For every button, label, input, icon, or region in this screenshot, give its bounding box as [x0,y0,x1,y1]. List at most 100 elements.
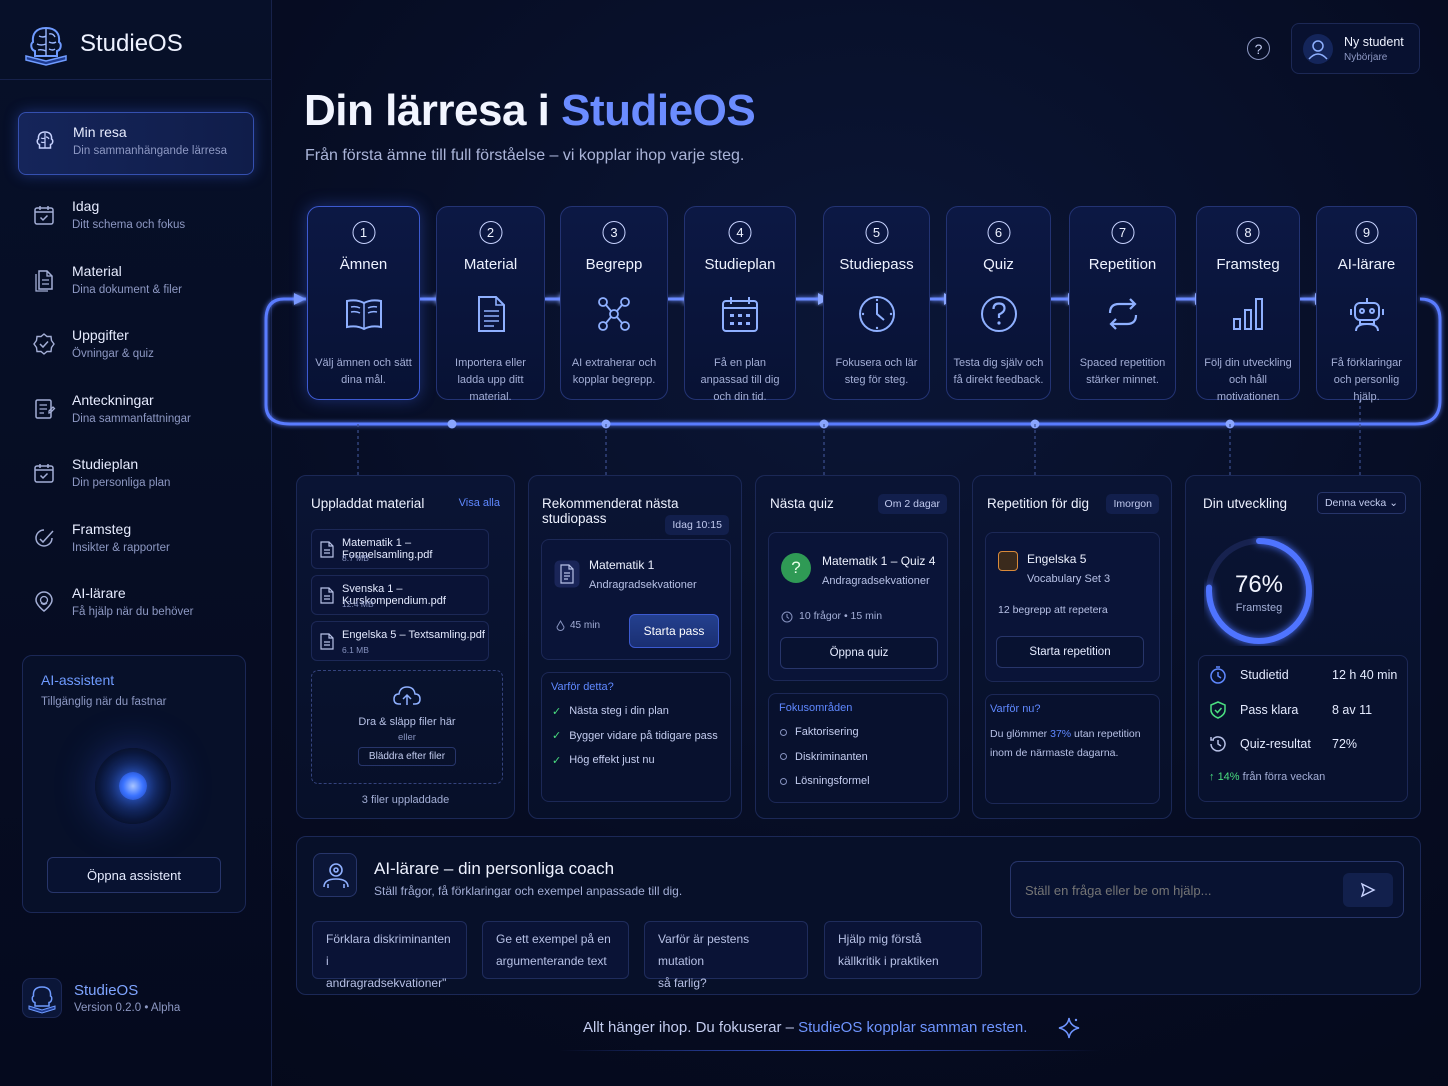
why-this-box: Varför detta? ✓ Nästa steg i din plan ✓ By… [541,672,731,802]
file-dropzone[interactable]: Dra & släpp filer här eller Bläddra efte… [311,670,503,784]
file-icon [320,587,334,604]
quiz-topic: Andragradsekvationer [822,575,930,587]
why-now-title: Varför nu? [990,703,1041,715]
assistant-orb[interactable] [95,748,171,824]
coach-question-input[interactable] [1025,876,1335,904]
next-quiz-card: Nästa quiz Om 2 dagar ? Matematik 1 – Qu… [755,475,960,819]
stat-value: 72% [1332,737,1358,752]
step-framsteg[interactable]: 8 Framsteg Följ din utveckling och håll … [1196,206,1300,403]
suggestion-chip[interactable]: Ge ett exempel på en argumenterande text [482,921,629,979]
step-number: 6 [987,221,1010,244]
step-number: 3 [602,221,626,244]
step-desc: Få förklaringar och personlig hjälp. [1331,357,1402,403]
repetition-subject: Engelska 5 [1027,552,1087,566]
start-session-button[interactable]: Starta pass [629,614,719,648]
step-title: Begrepp [585,256,643,273]
quiz-question-icon: ? [781,553,811,583]
step-amnen[interactable]: 1 Ämnen Välj ämnen och sätt dina mål. [307,206,420,400]
uploaded-material-card: Uppladdat material Visa alla Matematik 1… [296,475,515,819]
footer-tagline: Allt hänger ihop. Du fokuserar – StudieO… [583,1019,1027,1036]
step-number: 8 [1236,221,1260,244]
sidebar-item-label: Framsteg [72,520,132,537]
step-ai-larare[interactable]: 9 AI-lärare Få förklaringar och personli… [1316,206,1417,403]
step-studieplan[interactable]: 4 Studieplan Få en plan anpassad till di… [684,206,796,403]
step-repetition[interactable]: 7 Repetition Spaced repetition stärker m… [1069,206,1176,400]
repetition-set: Vocabulary Set 3 [1027,573,1111,585]
focus-title: Fokusområden [779,702,853,714]
document-icon [477,296,505,332]
tagline-accent: StudieOS kopplar samman resten. [798,1019,1028,1036]
session-subject: Matematik 1 [589,558,655,572]
focus-text: Faktorisering [795,726,859,739]
file-size: 12.4 MB [342,599,374,609]
suggestion-chip[interactable]: Varför är pestens mutation så farlig? [644,921,808,990]
step-material[interactable]: 2 Material Importera eller ladda upp dit… [436,206,545,403]
stat-label: Studietid [1240,668,1289,683]
suggestion-chip[interactable]: Förklara diskriminanten i andragradsekvat… [312,921,467,990]
tagline-pre: Allt hänger ihop. Du fokuserar – [583,1019,799,1036]
files-count: 3 filer uppladdade [361,794,450,806]
repeat-icon [1108,298,1137,330]
repetition-box[interactable]: Engelska 5 Vocabulary Set 3 12 begrepp a… [985,532,1160,682]
file-item[interactable]: Matematik 1 – Formelsamling.pdf 8.7 MB [311,529,489,569]
progress-card: Din utveckling Denna vecka ⌄ 76% Framste… [1185,475,1421,819]
app-version: Version 0.2.0 • Alpha [74,1002,181,1014]
view-all-link[interactable]: Visa alla [459,497,500,509]
step-title: Studiepass [839,256,914,273]
timer-icon [1210,666,1226,684]
period-select[interactable]: Denna vecka ⌄ [1316,492,1406,514]
ai-assistant-panel: AI-assistent Tillgänglig när du fastnar … [22,655,246,913]
bullet-icon [780,753,787,761]
step-desc: Fokusera och lär steg för steg. [835,357,918,386]
quiz-box[interactable]: ? Matematik 1 – Quiz 4 Andragradsekvatio… [768,532,948,681]
step-title: Quiz [983,256,1014,273]
browse-files-button[interactable]: Bläddra efter filer [357,747,457,766]
session-duration: 45 min [570,620,601,631]
step-desc: AI extraherar och kopplar begrepp. [571,357,657,386]
progress-icon [35,528,54,547]
step-begrepp[interactable]: 3 Begrepp AI extraherar och kopplar begr… [560,206,668,400]
suggestion-line: Hjälp mig förstå [838,932,922,946]
step-desc: Följ din utveckling och håll motivatione… [1204,357,1292,403]
step-quiz[interactable]: 6 Quiz Testa dig själv och få direkt fee… [946,206,1051,400]
stat-row: Pass klara 8 av 11 [1208,693,1398,728]
card-title: Din utveckling [1203,496,1288,511]
focus-areas-box: Fokusområden Faktorisering Diskriminante… [768,693,948,803]
stat-value: 8 av 11 [1332,702,1373,717]
app-logo-small-icon [22,978,62,1018]
sidebar-item-framsteg[interactable]: Framsteg Insikter & rapporter [18,510,254,575]
open-assistant-button[interactable]: Öppna assistent [47,857,221,893]
book-icon [345,299,382,331]
reason-item: ✓ Nästa steg i din plan [552,699,718,724]
trend-label: från förra veckan [1239,771,1326,783]
suggestion-chip[interactable]: Hjälp mig förstå källkritik i praktiken [824,921,982,979]
file-item[interactable]: Engelska 5 – Textsamling.pdf 6.1 MB [311,621,489,661]
file-item[interactable]: Svenska 1 – Kurskompendium.pdf 12.4 MB [311,575,489,615]
check-icon: ✓ [552,754,562,767]
file-icon [320,541,334,558]
step-title: Material [463,256,518,273]
send-button[interactable] [1343,873,1393,907]
clock-icon [781,611,793,623]
step-title: Repetition [1088,256,1157,273]
suggestion-line: argumenterande text [496,954,607,968]
chevron-down-icon: ⌄ [1389,497,1398,509]
why-now-text: Du glömmer 37% utan repetition inom de n… [990,725,1158,763]
robot-icon [1349,298,1384,332]
trend-text: ↑ 14% från förra veckan [1209,771,1325,783]
drop-or: eller [398,732,416,743]
step-studiepass[interactable]: 5 Studiepass Fokusera och lär steg för s… [823,206,930,400]
step-number: 7 [1111,221,1134,244]
open-quiz-button[interactable]: Öppna quiz [780,637,938,669]
session-topic: Andragradsekvationer [589,579,697,591]
session-box[interactable]: Matematik 1 Andragradsekvationer 45 min … [541,539,731,660]
step-title: Framsteg [1216,256,1280,273]
focus-item: Diskriminanten [780,745,870,770]
quiz-name: Matematik 1 – Quiz 4 [822,554,936,568]
sidebar-item-ai-larare[interactable]: AI-lärare Få hjälp när du behöver [18,574,254,639]
start-repetition-button[interactable]: Starta repetition [996,636,1144,668]
step-desc: Importera eller ladda upp ditt material. [455,357,526,403]
stat-value: 12 h 40 min [1332,668,1398,683]
progress-label: Framsteg [1235,602,1283,614]
coach-icon [323,863,349,888]
